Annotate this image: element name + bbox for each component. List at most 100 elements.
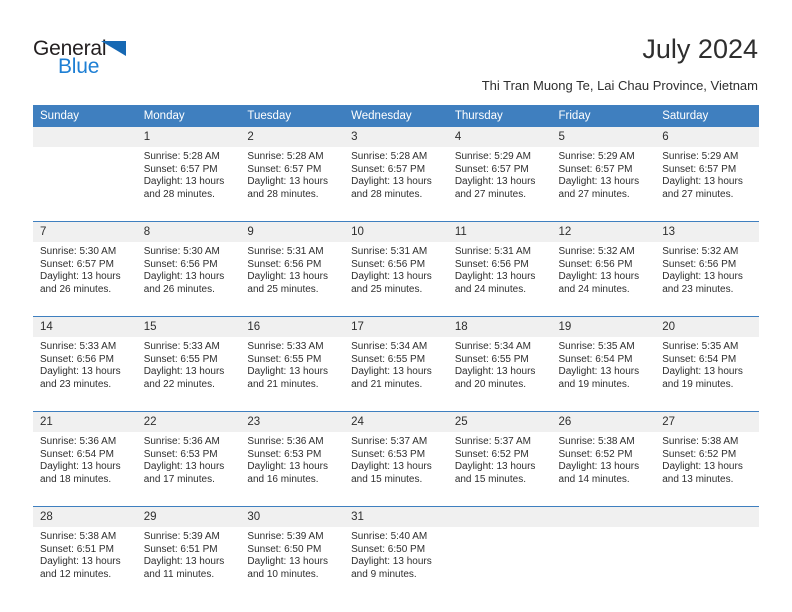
page-header: General Blue July 2024 Thi Tran Muong Te… xyxy=(0,0,792,104)
calendar-week-row: 7 Sunrise: 5:30 AM Sunset: 6:57 PM Daylight… xyxy=(33,221,759,317)
calendar-day-cell[interactable]: 19 Sunrise: 5:35 AM Sunset: 6:54 PM Dayligh… xyxy=(551,316,656,412)
calendar-day-cell-empty xyxy=(447,506,552,601)
sunset-text: Sunset: 6:57 PM xyxy=(558,163,633,175)
sunrise-text: Sunrise: 5:38 AM xyxy=(40,531,117,542)
calendar-day-cell[interactable]: 31 Sunrise: 5:40 AM Sunset: 6:50 PM Dayligh… xyxy=(344,506,448,601)
sunset-text: Sunset: 6:57 PM xyxy=(454,163,529,175)
calendar-day-cell[interactable]: 15 Sunrise: 5:33 AM Sunset: 6:55 PM Dayligh… xyxy=(136,316,241,412)
day-number: 1 xyxy=(136,127,241,147)
sunset-text: Sunset: 6:56 PM xyxy=(662,258,737,270)
daylight-text: Daylight: 13 hours and 15 minutes. xyxy=(454,461,536,485)
calendar-day-cell[interactable]: 2 Sunrise: 5:28 AM Sunset: 6:57 PM Daylight… xyxy=(240,127,345,222)
calendar-day-cell[interactable]: 7 Sunrise: 5:30 AM Sunset: 6:57 PM Daylight… xyxy=(33,221,137,317)
sunrise-text: Sunrise: 5:39 AM xyxy=(143,531,220,542)
day-details: Sunrise: 5:31 AM Sunset: 6:56 PM Daylight:… xyxy=(240,242,344,316)
sunset-text: Sunset: 6:55 PM xyxy=(247,353,322,365)
calendar-day-cell[interactable]: 11 Sunrise: 5:31 AM Sunset: 6:56 PM Dayligh… xyxy=(447,221,552,317)
sunset-text: Sunset: 6:54 PM xyxy=(662,353,737,365)
day-details: Sunrise: 5:28 AM Sunset: 6:57 PM Daylight:… xyxy=(344,147,448,221)
calendar-day-cell[interactable]: 20 Sunrise: 5:35 AM Sunset: 6:54 PM Dayligh… xyxy=(655,316,759,412)
calendar-day-cell[interactable]: 16 Sunrise: 5:33 AM Sunset: 6:55 PM Dayligh… xyxy=(240,316,345,412)
daylight-text: Daylight: 13 hours and 26 minutes. xyxy=(143,271,225,295)
calendar-day-cell[interactable]: 1 Sunrise: 5:28 AM Sunset: 6:57 PM Daylight… xyxy=(136,127,241,222)
sunrise-text: Sunrise: 5:29 AM xyxy=(454,151,531,162)
calendar-day-cell[interactable]: 9 Sunrise: 5:31 AM Sunset: 6:56 PM Daylight… xyxy=(240,221,345,317)
day-number: 7 xyxy=(33,222,137,242)
day-number: 16 xyxy=(240,317,345,337)
sunrise-text: Sunrise: 5:38 AM xyxy=(558,436,635,447)
day-details: Sunrise: 5:35 AM Sunset: 6:54 PM Daylight:… xyxy=(552,337,656,411)
calendar-header-row: Sunday Monday Tuesday Wednesday Thursday Frid… xyxy=(33,105,759,127)
daylight-text: Daylight: 13 hours and 22 minutes. xyxy=(143,366,225,390)
calendar-day-cell[interactable]: 3 Sunrise: 5:28 AM Sunset: 6:57 PM Daylight… xyxy=(344,127,448,222)
weekday-headers: Sunday Monday Tuesday Wednesday Thursday Frid… xyxy=(33,105,759,127)
calendar-day-cell[interactable]: 14 Sunrise: 5:33 AM Sunset: 6:56 PM Dayligh… xyxy=(33,316,137,412)
day-number: 26 xyxy=(551,412,656,432)
calendar-day-cell[interactable]: 26 Sunrise: 5:38 AM Sunset: 6:52 PM Dayligh… xyxy=(551,411,656,507)
day-details: Sunrise: 5:28 AM Sunset: 6:57 PM Daylight:… xyxy=(240,147,344,221)
weekday-header-saturday: Saturday xyxy=(655,105,759,127)
calendar-day-cell[interactable]: 28 Sunrise: 5:38 AM Sunset: 6:51 PM Dayligh… xyxy=(33,506,137,601)
calendar-day-cell[interactable]: 10 Sunrise: 5:31 AM Sunset: 6:56 PM Dayligh… xyxy=(344,221,448,317)
day-number: 23 xyxy=(240,412,345,432)
calendar-day-cell[interactable]: 13 Sunrise: 5:32 AM Sunset: 6:56 PM Dayligh… xyxy=(655,221,759,317)
calendar-day-cell[interactable]: 24 Sunrise: 5:37 AM Sunset: 6:53 PM Dayligh… xyxy=(344,411,448,507)
sunset-text: Sunset: 6:56 PM xyxy=(351,258,426,270)
day-number: 12 xyxy=(551,222,656,242)
sunset-text: Sunset: 6:54 PM xyxy=(558,353,633,365)
day-details: Sunrise: 5:29 AM Sunset: 6:57 PM Daylight:… xyxy=(448,147,552,221)
day-details: Sunrise: 5:39 AM Sunset: 6:51 PM Daylight:… xyxy=(137,527,241,601)
calendar-day-cell[interactable]: 18 Sunrise: 5:34 AM Sunset: 6:55 PM Dayligh… xyxy=(447,316,552,412)
daylight-text: Daylight: 13 hours and 19 minutes. xyxy=(558,366,640,390)
calendar-day-cell[interactable]: 29 Sunrise: 5:39 AM Sunset: 6:51 PM Dayligh… xyxy=(136,506,241,601)
calendar-day-cell[interactable]: 5 Sunrise: 5:29 AM Sunset: 6:57 PM Daylight… xyxy=(551,127,656,222)
calendar-body: 1 Sunrise: 5:28 AM Sunset: 6:57 PM Daylight… xyxy=(33,127,759,601)
daylight-text: Daylight: 13 hours and 15 minutes. xyxy=(351,461,432,485)
calendar-day-cell[interactable]: 23 Sunrise: 5:36 AM Sunset: 6:53 PM Dayligh… xyxy=(240,411,345,507)
weekday-header-tuesday: Tuesday xyxy=(240,105,345,127)
day-number: 14 xyxy=(33,317,137,337)
brand-logo[interactable]: General Blue xyxy=(33,38,153,88)
calendar-day-cell[interactable]: 6 Sunrise: 5:29 AM Sunset: 6:57 PM Daylight… xyxy=(655,127,759,222)
day-number: 11 xyxy=(447,222,552,242)
daylight-text: Daylight: 13 hours and 12 minutes. xyxy=(40,556,121,580)
calendar-week-row: 28 Sunrise: 5:38 AM Sunset: 6:51 PM Dayligh… xyxy=(33,506,759,601)
day-number xyxy=(655,507,759,527)
calendar-day-cell[interactable]: 22 Sunrise: 5:36 AM Sunset: 6:53 PM Dayligh… xyxy=(136,411,241,507)
daylight-text: Daylight: 13 hours and 23 minutes. xyxy=(40,366,121,390)
day-details: Sunrise: 5:36 AM Sunset: 6:53 PM Daylight:… xyxy=(240,432,344,506)
sunset-text: Sunset: 6:51 PM xyxy=(40,543,114,555)
day-number: 2 xyxy=(240,127,345,147)
calendar-day-cell[interactable]: 8 Sunrise: 5:30 AM Sunset: 6:56 PM Daylight… xyxy=(136,221,241,317)
daylight-text: Daylight: 13 hours and 24 minutes. xyxy=(558,271,640,295)
daylight-text: Daylight: 13 hours and 9 minutes. xyxy=(351,556,432,580)
day-details: Sunrise: 5:29 AM Sunset: 6:57 PM Daylight:… xyxy=(655,147,759,221)
day-number xyxy=(551,507,656,527)
daylight-text: Daylight: 13 hours and 23 minutes. xyxy=(662,271,743,295)
sunset-text: Sunset: 6:53 PM xyxy=(351,448,426,460)
sunset-text: Sunset: 6:57 PM xyxy=(40,258,114,270)
calendar-day-cell[interactable]: 4 Sunrise: 5:29 AM Sunset: 6:57 PM Daylight… xyxy=(447,127,552,222)
calendar-day-cell[interactable]: 25 Sunrise: 5:37 AM Sunset: 6:52 PM Dayligh… xyxy=(447,411,552,507)
sunset-text: Sunset: 6:56 PM xyxy=(40,353,114,365)
brand-name-blue: Blue xyxy=(58,55,100,78)
sunrise-text: Sunrise: 5:31 AM xyxy=(454,246,531,257)
calendar-day-cell-empty xyxy=(33,127,137,222)
daylight-text: Daylight: 13 hours and 19 minutes. xyxy=(662,366,743,390)
daylight-text: Daylight: 13 hours and 27 minutes. xyxy=(454,176,536,200)
sunset-text: Sunset: 6:57 PM xyxy=(351,163,426,175)
calendar-week-row: 1 Sunrise: 5:28 AM Sunset: 6:57 PM Daylight… xyxy=(33,127,759,222)
sunrise-text: Sunrise: 5:37 AM xyxy=(454,436,531,447)
calendar-day-cell[interactable]: 21 Sunrise: 5:36 AM Sunset: 6:54 PM Dayligh… xyxy=(33,411,137,507)
sunset-text: Sunset: 6:50 PM xyxy=(247,543,322,555)
day-details: Sunrise: 5:37 AM Sunset: 6:53 PM Daylight:… xyxy=(344,432,448,506)
sunrise-text: Sunrise: 5:35 AM xyxy=(662,341,739,352)
sunrise-text: Sunrise: 5:28 AM xyxy=(247,151,324,162)
sunrise-text: Sunrise: 5:34 AM xyxy=(351,341,428,352)
calendar-day-cell[interactable]: 30 Sunrise: 5:39 AM Sunset: 6:50 PM Dayligh… xyxy=(240,506,345,601)
day-number: 29 xyxy=(136,507,241,527)
daylight-text: Daylight: 13 hours and 16 minutes. xyxy=(247,461,329,485)
calendar-day-cell[interactable]: 17 Sunrise: 5:34 AM Sunset: 6:55 PM Dayligh… xyxy=(344,316,448,412)
calendar-day-cell[interactable]: 27 Sunrise: 5:38 AM Sunset: 6:52 PM Dayligh… xyxy=(655,411,759,507)
calendar-day-cell[interactable]: 12 Sunrise: 5:32 AM Sunset: 6:56 PM Dayligh… xyxy=(551,221,656,317)
